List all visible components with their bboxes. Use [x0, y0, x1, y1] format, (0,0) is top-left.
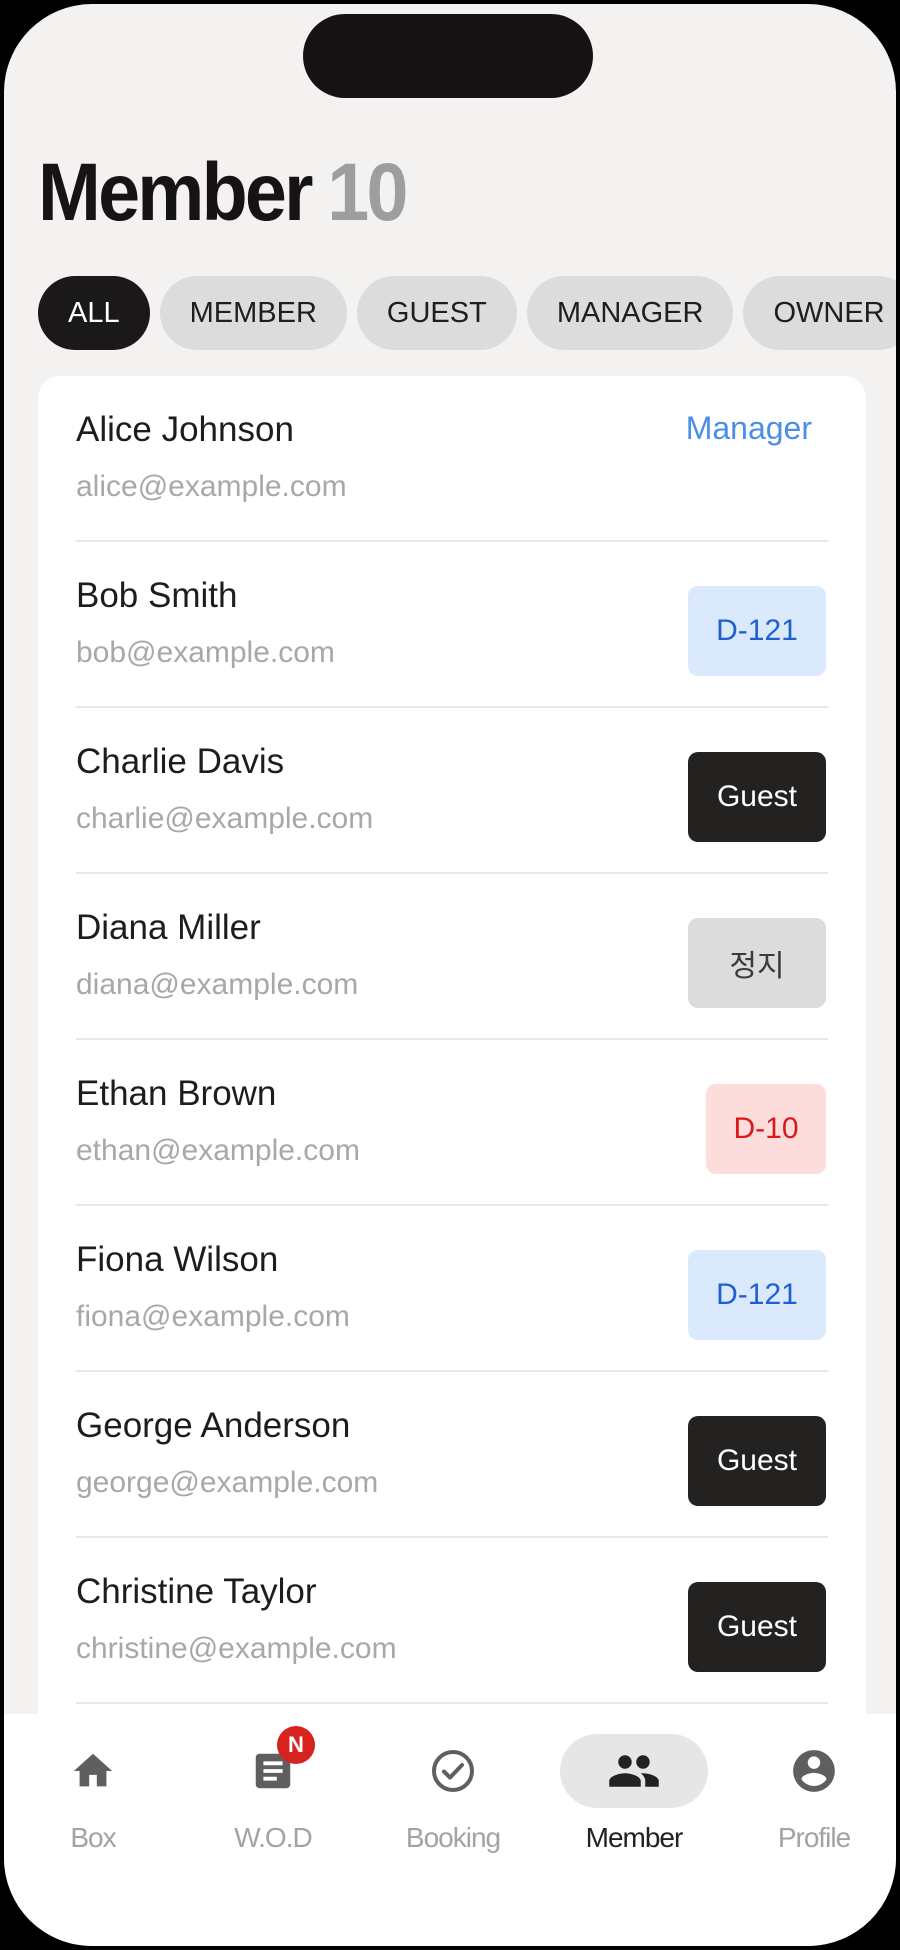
nav-item-wod[interactable]: N W.O.D: [198, 1726, 348, 1884]
nav-label: Profile: [777, 1822, 851, 1853]
member-row[interactable]: Alice Johnson alice@example.com Manager: [76, 376, 828, 542]
member-email: ethan@example.com: [76, 1134, 360, 1167]
role-badge: Manager: [685, 409, 812, 446]
nav-label: Member: [585, 1822, 684, 1853]
people-icon: [609, 1755, 659, 1787]
member-name: Ethan Brown: [76, 1074, 277, 1113]
member-row[interactable]: Christine Taylor christine@example.com G…: [76, 1538, 828, 1704]
member-email: christine@example.com: [76, 1632, 397, 1665]
dynamic-island: [303, 14, 593, 98]
tab-all[interactable]: ALL: [38, 276, 150, 350]
new-badge: N: [277, 1726, 315, 1764]
member-row[interactable]: George Anderson george@example.com Guest: [76, 1372, 828, 1538]
member-row[interactable]: Fiona Wilson fiona@example.com D-121: [76, 1206, 828, 1372]
member-row[interactable]: Charlie Davis charlie@example.com Guest: [76, 708, 828, 874]
bottom-navigation: Box N W.O.D Booking Member Profile: [4, 1714, 896, 1946]
account-circle-icon: [793, 1750, 835, 1792]
nav-label: W.O.D: [234, 1822, 312, 1853]
nav-icon-container: [740, 1734, 888, 1808]
page-title-label: Member: [38, 147, 313, 238]
member-row[interactable]: Diana Miller diana@example.com 정지: [76, 874, 828, 1040]
member-name: Christine Taylor: [76, 1572, 317, 1611]
member-email: bob@example.com: [76, 636, 335, 669]
tab-member[interactable]: MEMBER: [159, 276, 347, 350]
nav-icon-container: N: [199, 1726, 347, 1808]
member-email: diana@example.com: [76, 968, 359, 1001]
nav-item-profile[interactable]: Profile: [739, 1734, 889, 1884]
tab-guest[interactable]: GUEST: [356, 276, 517, 350]
member-name: Alice Johnson: [76, 410, 294, 449]
home-icon: [73, 1753, 113, 1787]
member-email: charlie@example.com: [76, 802, 374, 835]
member-row[interactable]: Ethan Brown ethan@example.com D-10: [76, 1040, 828, 1206]
check-circle-icon: [432, 1750, 474, 1792]
member-email: george@example.com: [76, 1466, 379, 1499]
nav-item-box[interactable]: Box: [18, 1734, 168, 1884]
nav-item-member[interactable]: Member: [559, 1734, 709, 1884]
tab-manager[interactable]: MANAGER: [526, 276, 734, 350]
member-row[interactable]: Bob Smith bob@example.com D-121: [76, 542, 828, 708]
member-name: Charlie Davis: [76, 742, 285, 781]
nav-icon-container: [19, 1734, 167, 1808]
guest-badge: Guest: [688, 1416, 826, 1506]
guest-badge: Guest: [688, 752, 826, 842]
member-email: fiona@example.com: [76, 1300, 350, 1333]
suspended-badge: 정지: [688, 918, 826, 1008]
member-name: George Anderson: [76, 1406, 351, 1445]
days-remaining-badge: D-10: [706, 1084, 826, 1174]
filter-tabs: ALL MEMBER GUEST MANAGER OWNER: [38, 276, 896, 350]
member-name: Fiona Wilson: [76, 1240, 279, 1279]
guest-badge: Guest: [688, 1582, 826, 1672]
nav-icon-container: [560, 1734, 708, 1808]
page-title: Member 10: [38, 152, 408, 234]
member-name: Diana Miller: [76, 908, 261, 947]
nav-label: Box: [70, 1822, 116, 1853]
phone-screen: Member 10 ALL MEMBER GUEST MANAGER OWNER …: [4, 4, 896, 1946]
member-list: Alice Johnson alice@example.com Manager …: [38, 376, 866, 1756]
tab-owner[interactable]: OWNER: [743, 276, 896, 350]
member-name: Bob Smith: [76, 576, 238, 615]
nav-item-booking[interactable]: Booking: [378, 1734, 528, 1884]
member-email: alice@example.com: [76, 470, 347, 503]
member-count: 10: [327, 147, 408, 238]
nav-label: Booking: [405, 1822, 501, 1853]
days-remaining-badge: D-121: [688, 1250, 826, 1340]
nav-icon-container: [379, 1734, 527, 1808]
days-remaining-badge: D-121: [688, 586, 826, 676]
